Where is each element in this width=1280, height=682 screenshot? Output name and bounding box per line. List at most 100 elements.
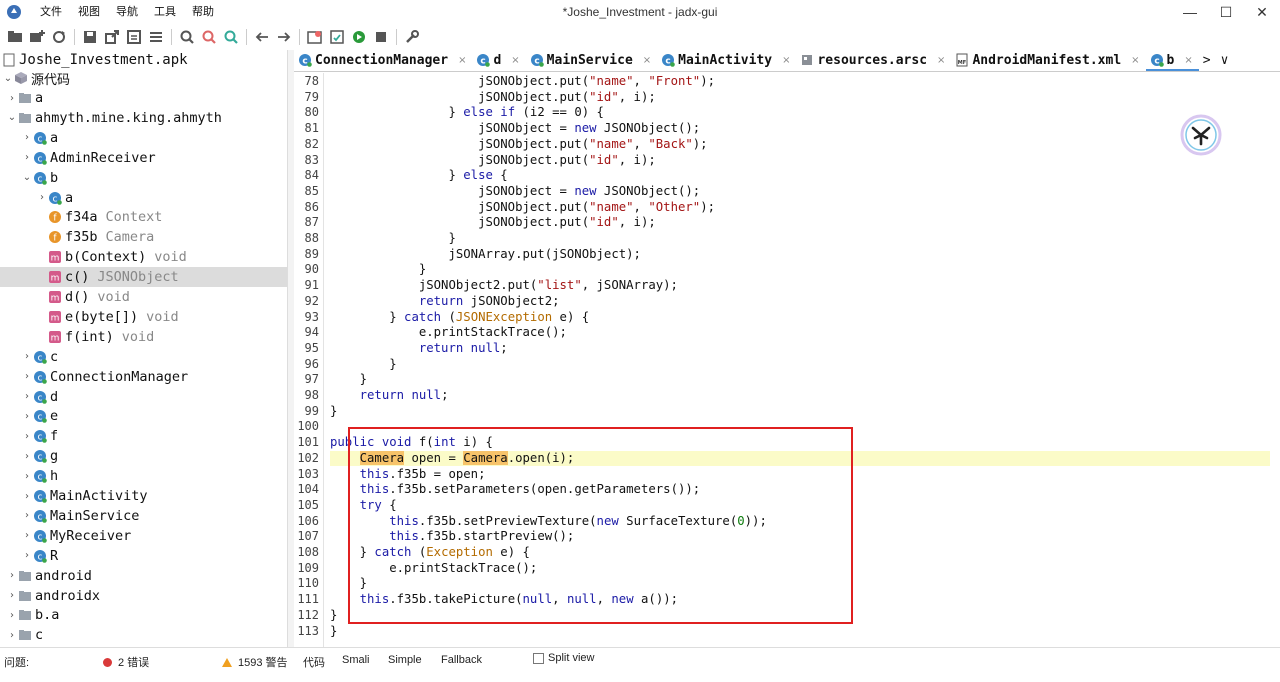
code-line[interactable]: return jSONObject2;	[330, 294, 1270, 310]
tree-item-class[interactable]: › c MainActivity	[0, 486, 287, 506]
minimize-button[interactable]: —	[1172, 0, 1208, 24]
tree-item-field[interactable]: f f34a Context	[0, 207, 287, 227]
code-line[interactable]: this.f35b = open;	[330, 467, 1270, 483]
chevron-right-icon[interactable]: ›	[21, 371, 33, 382]
refresh-icon[interactable]	[50, 28, 68, 46]
chevron-right-icon[interactable]: ›	[21, 411, 33, 422]
code-line[interactable]: jSONObject2.put("list", jSONArray);	[330, 278, 1270, 294]
code-line[interactable]: jSONArray.put(jSONObject);	[330, 247, 1270, 263]
editor-tab[interactable]: resources.arsc ×	[796, 50, 951, 71]
code-line[interactable]: } else if (i2 == 0) {	[330, 105, 1270, 121]
tree-item-class[interactable]: › c e	[0, 406, 287, 426]
split-view-checkbox[interactable]	[533, 652, 544, 664]
tab-close-icon[interactable]: ×	[511, 55, 519, 66]
tree-item-package[interactable]: › a	[0, 88, 287, 108]
chevron-right-icon[interactable]: ›	[21, 550, 33, 561]
tree-item-method[interactable]: m d() void	[0, 287, 287, 307]
tree-item-class[interactable]: › c ConnectionManager	[0, 367, 287, 387]
search-icon[interactable]	[178, 28, 196, 46]
editor-tab[interactable]: c MainService ×	[526, 50, 657, 71]
add-icon[interactable]	[28, 28, 46, 46]
run-icon[interactable]	[350, 28, 368, 46]
tab-close-icon[interactable]: ×	[643, 55, 651, 66]
search-usage-icon[interactable]	[222, 28, 240, 46]
code-line[interactable]: }	[330, 231, 1270, 247]
code-line[interactable]: jSONObject.put("id", i);	[330, 153, 1270, 169]
tree-item-method[interactable]: m f(int) void	[0, 327, 287, 347]
code-line[interactable]: }	[330, 624, 1270, 640]
chevron-right-icon[interactable]: ›	[6, 630, 18, 641]
forward-icon[interactable]	[275, 28, 293, 46]
tab-close-icon[interactable]: ×	[458, 55, 466, 66]
flatten-icon[interactable]	[147, 28, 165, 46]
editor-tab[interactable]: c ConnectionManager ×	[294, 50, 472, 71]
code-line[interactable]: }	[330, 357, 1270, 373]
save-icon[interactable]	[81, 28, 99, 46]
code-line[interactable]: } catch (JSONException e) {	[330, 310, 1270, 326]
code-line[interactable]: jSONObject.put("id", i);	[330, 90, 1270, 106]
chevron-down-icon[interactable]: ⌄	[21, 172, 33, 183]
tree-item-method[interactable]: m b(Context) void	[0, 247, 287, 267]
quark-icon[interactable]	[372, 28, 390, 46]
code-line[interactable]: return null;	[330, 388, 1270, 404]
chevron-right-icon[interactable]: ›	[36, 192, 48, 203]
menu-item-2[interactable]: 导航	[108, 0, 146, 24]
code-line[interactable]: } else {	[330, 168, 1270, 184]
tree-source-node[interactable]: ⌄ 源代码	[0, 68, 287, 88]
code-line[interactable]	[330, 419, 1270, 435]
tree-item-package[interactable]: › android	[0, 566, 287, 586]
code-line[interactable]: jSONObject = new JSONObject();	[330, 121, 1270, 137]
tree-item-package[interactable]: › androidx	[0, 586, 287, 606]
chevron-right-icon[interactable]: ›	[6, 590, 18, 601]
code-line[interactable]: e.printStackTrace();	[330, 561, 1270, 577]
code-line[interactable]: jSONObject.put("name", "Front");	[330, 74, 1270, 90]
chevron-right-icon[interactable]: ›	[21, 132, 33, 143]
tab-close-icon[interactable]: ×	[1131, 55, 1139, 66]
decompile-icon[interactable]	[306, 28, 324, 46]
tree-item-class[interactable]: › c a	[0, 188, 287, 208]
tree-item-class[interactable]: › c R	[0, 546, 287, 566]
tree-item-package[interactable]: › b.a	[0, 605, 287, 625]
editor-tab[interactable]: c b ×	[1145, 50, 1199, 71]
tree-item-class[interactable]: › c c	[0, 347, 287, 367]
export-icon[interactable]	[103, 28, 121, 46]
menu-item-0[interactable]: 文件	[32, 0, 70, 24]
code-line[interactable]: }	[330, 608, 1270, 624]
tree-item-class[interactable]: › c h	[0, 466, 287, 486]
project-tree[interactable]: Joshe_Investment.apk ⌄ 源代码 › a ⌄ ahmyth.min…	[0, 50, 288, 647]
code-line[interactable]: } catch (Exception e) {	[330, 545, 1270, 561]
tree-root[interactable]: Joshe_Investment.apk	[0, 50, 287, 70]
chevron-right-icon[interactable]: ›	[21, 530, 33, 541]
code-line[interactable]: e.printStackTrace();	[330, 325, 1270, 341]
code-line[interactable]: jSONObject.put("name", "Back");	[330, 137, 1270, 153]
editor-tab[interactable]: c MainActivity ×	[657, 50, 796, 71]
chevron-down-icon[interactable]: ⌄	[6, 112, 18, 123]
code-editor[interactable]: 78 79 80 81 82 83 84 85 86 87 88 89 90 91 92 93 94 95 96 97…	[294, 73, 1280, 647]
chevron-right-icon[interactable]: ›	[21, 351, 33, 362]
code-line[interactable]: return null;	[330, 341, 1270, 357]
tree-item-class[interactable]: › c MyReceiver	[0, 526, 287, 546]
code-line[interactable]: }	[330, 404, 1270, 420]
chevron-right-icon[interactable]: ›	[21, 431, 33, 442]
tree-item-class[interactable]: › c f	[0, 426, 287, 446]
menu-item-3[interactable]: 工具	[146, 0, 184, 24]
search-class-icon[interactable]	[200, 28, 218, 46]
tree-item-method[interactable]: m e(byte[]) void	[0, 307, 287, 327]
chevron-right-icon[interactable]: ›	[6, 93, 18, 104]
tab-close-icon[interactable]: ×	[937, 55, 945, 66]
view-tab-fallback[interactable]: Fallback	[441, 654, 482, 666]
view-tab-smali[interactable]: Smali	[342, 654, 370, 666]
tree-item-class[interactable]: › c d	[0, 387, 287, 407]
code-line[interactable]: try {	[330, 498, 1270, 514]
code-line[interactable]: }	[330, 262, 1270, 278]
code-line[interactable]: this.f35b.setParameters(open.getParamete…	[330, 482, 1270, 498]
tree-item-class[interactable]: › c AdminReceiver	[0, 148, 287, 168]
code-line[interactable]: jSONObject = new JSONObject();	[330, 184, 1270, 200]
tab-close-icon[interactable]: ×	[1184, 55, 1192, 66]
tab-close-icon[interactable]: ×	[782, 55, 790, 66]
code-line[interactable]: }	[330, 372, 1270, 388]
code-line[interactable]: public void f(int i) {	[330, 435, 1270, 451]
view-tab-simple[interactable]: Simple	[388, 654, 422, 666]
close-button[interactable]: ✕	[1244, 0, 1280, 24]
tree-item-class[interactable]: › c g	[0, 446, 287, 466]
